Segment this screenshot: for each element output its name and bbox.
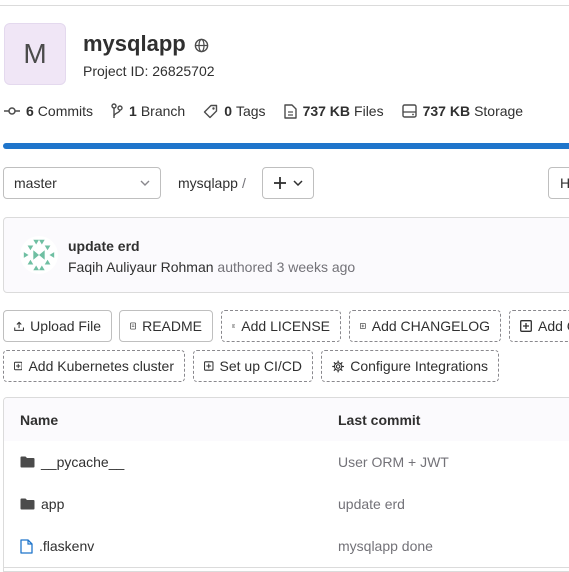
storage-icon bbox=[401, 104, 417, 118]
tags-label: Tags bbox=[235, 103, 266, 119]
gear-icon bbox=[332, 360, 345, 372]
storage-label: Storage bbox=[474, 103, 524, 119]
top-divider bbox=[0, 5, 569, 6]
column-name-header: Name bbox=[20, 412, 59, 428]
tag-icon bbox=[203, 104, 218, 118]
chevron-down-icon bbox=[293, 180, 303, 186]
file-name[interactable]: .flaskenv bbox=[39, 538, 94, 554]
plus-square-icon bbox=[232, 324, 236, 328]
history-button[interactable]: H bbox=[548, 167, 569, 199]
commits-count: 6 bbox=[26, 103, 34, 119]
add-license-button[interactable]: Add LICENSE bbox=[221, 310, 341, 342]
add-kubernetes-label: Add Kubernetes cluster bbox=[28, 358, 174, 374]
project-stats: 6 Commits 1 Branch 0 Tags 737 KB Files 7… bbox=[4, 101, 541, 121]
storage-size: 737 KB bbox=[422, 103, 471, 119]
file-tree-table: Name Last commit __pycache__ User ORM + … bbox=[3, 397, 569, 572]
add-contributing-button[interactable]: Add C bbox=[509, 310, 569, 342]
setup-cicd-button[interactable]: Set up CI/CD bbox=[193, 350, 313, 382]
plus-icon bbox=[274, 177, 286, 189]
file-icon bbox=[20, 538, 33, 554]
upload-file-label: Upload File bbox=[30, 318, 101, 334]
readme-button[interactable]: README bbox=[119, 310, 213, 342]
add-dropdown-button[interactable] bbox=[262, 167, 314, 199]
file-name-cell[interactable]: app bbox=[20, 496, 64, 512]
file-name[interactable]: __pycache__ bbox=[41, 454, 124, 470]
tags-count: 0 bbox=[224, 103, 232, 119]
commit-icon bbox=[4, 107, 20, 115]
add-license-label: Add LICENSE bbox=[241, 318, 330, 334]
commits-label: Commits bbox=[37, 103, 94, 119]
upload-icon bbox=[14, 321, 24, 331]
plus-square-icon bbox=[360, 323, 366, 329]
chevron-down-icon bbox=[140, 180, 150, 186]
setup-cicd-label: Set up CI/CD bbox=[219, 358, 302, 374]
add-changelog-label: Add CHANGELOG bbox=[371, 318, 490, 334]
configure-integrations-button[interactable]: Configure Integrations bbox=[321, 350, 499, 382]
add-changelog-button[interactable]: Add CHANGELOG bbox=[349, 310, 501, 342]
table-header: Name Last commit bbox=[4, 398, 569, 442]
branches-label: Branch bbox=[140, 103, 186, 119]
globe-icon bbox=[194, 38, 209, 53]
commit-message[interactable]: update erd bbox=[68, 238, 140, 254]
plus-square-icon bbox=[204, 361, 214, 371]
file-name[interactable]: app bbox=[41, 496, 64, 512]
branches-stat[interactable]: 1 Branch bbox=[111, 103, 185, 119]
breadcrumb-project[interactable]: mysqlapp bbox=[178, 175, 238, 191]
file-size-icon bbox=[283, 103, 297, 119]
branch-icon bbox=[111, 103, 123, 118]
file-last-commit[interactable]: mysqlapp done bbox=[338, 538, 433, 554]
file-last-commit[interactable]: User ORM + JWT bbox=[338, 454, 449, 470]
avatar-letter: M bbox=[23, 38, 47, 69]
commit-meta: Faqih Auliyaur Rohman authored 3 weeks a… bbox=[68, 259, 355, 275]
project-avatar: M bbox=[4, 23, 66, 85]
add-contributing-label: Add C bbox=[538, 318, 569, 334]
readme-label: README bbox=[142, 318, 202, 334]
doc-icon bbox=[130, 322, 136, 330]
project-id: Project ID: 26825702 bbox=[83, 63, 215, 79]
identicon-avatar[interactable] bbox=[20, 236, 58, 274]
branch-name: master bbox=[14, 175, 57, 191]
project-title[interactable]: mysqlapp bbox=[83, 31, 186, 57]
storage-usage-bar bbox=[3, 143, 569, 149]
file-name-cell[interactable]: .flaskenv bbox=[20, 538, 94, 554]
configure-integrations-label: Configure Integrations bbox=[350, 358, 488, 374]
table-row[interactable]: __pycache__ User ORM + JWT bbox=[4, 441, 569, 484]
branch-dropdown[interactable]: master bbox=[3, 167, 161, 199]
file-last-commit[interactable]: update erd bbox=[338, 496, 405, 512]
plus-square-icon bbox=[14, 361, 23, 371]
plus-square-icon bbox=[520, 320, 532, 332]
commit-author[interactable]: Faqih Auliyaur Rohman bbox=[68, 259, 214, 275]
table-row[interactable]: app update erd bbox=[4, 483, 569, 526]
files-label: Files bbox=[354, 103, 384, 119]
files-size: 737 KB bbox=[302, 103, 351, 119]
last-commit-panel bbox=[3, 217, 569, 293]
folder-icon bbox=[20, 456, 35, 468]
column-last-commit-header: Last commit bbox=[338, 412, 421, 428]
breadcrumb-separator: / bbox=[242, 175, 246, 191]
commit-time: authored 3 weeks ago bbox=[213, 259, 356, 275]
branches-count: 1 bbox=[129, 103, 137, 119]
add-kubernetes-button[interactable]: Add Kubernetes cluster bbox=[3, 350, 185, 382]
folder-icon bbox=[20, 498, 35, 510]
table-row[interactable]: .flaskenv mysqlapp done bbox=[4, 525, 569, 568]
commits-stat[interactable]: 6 Commits bbox=[4, 103, 93, 119]
files-stat[interactable]: 737 KB Files bbox=[283, 103, 384, 119]
tags-stat[interactable]: 0 Tags bbox=[203, 103, 266, 119]
file-name-cell[interactable]: __pycache__ bbox=[20, 454, 124, 470]
upload-file-button[interactable]: Upload File bbox=[3, 310, 112, 342]
storage-stat[interactable]: 737 KB Storage bbox=[401, 103, 524, 119]
